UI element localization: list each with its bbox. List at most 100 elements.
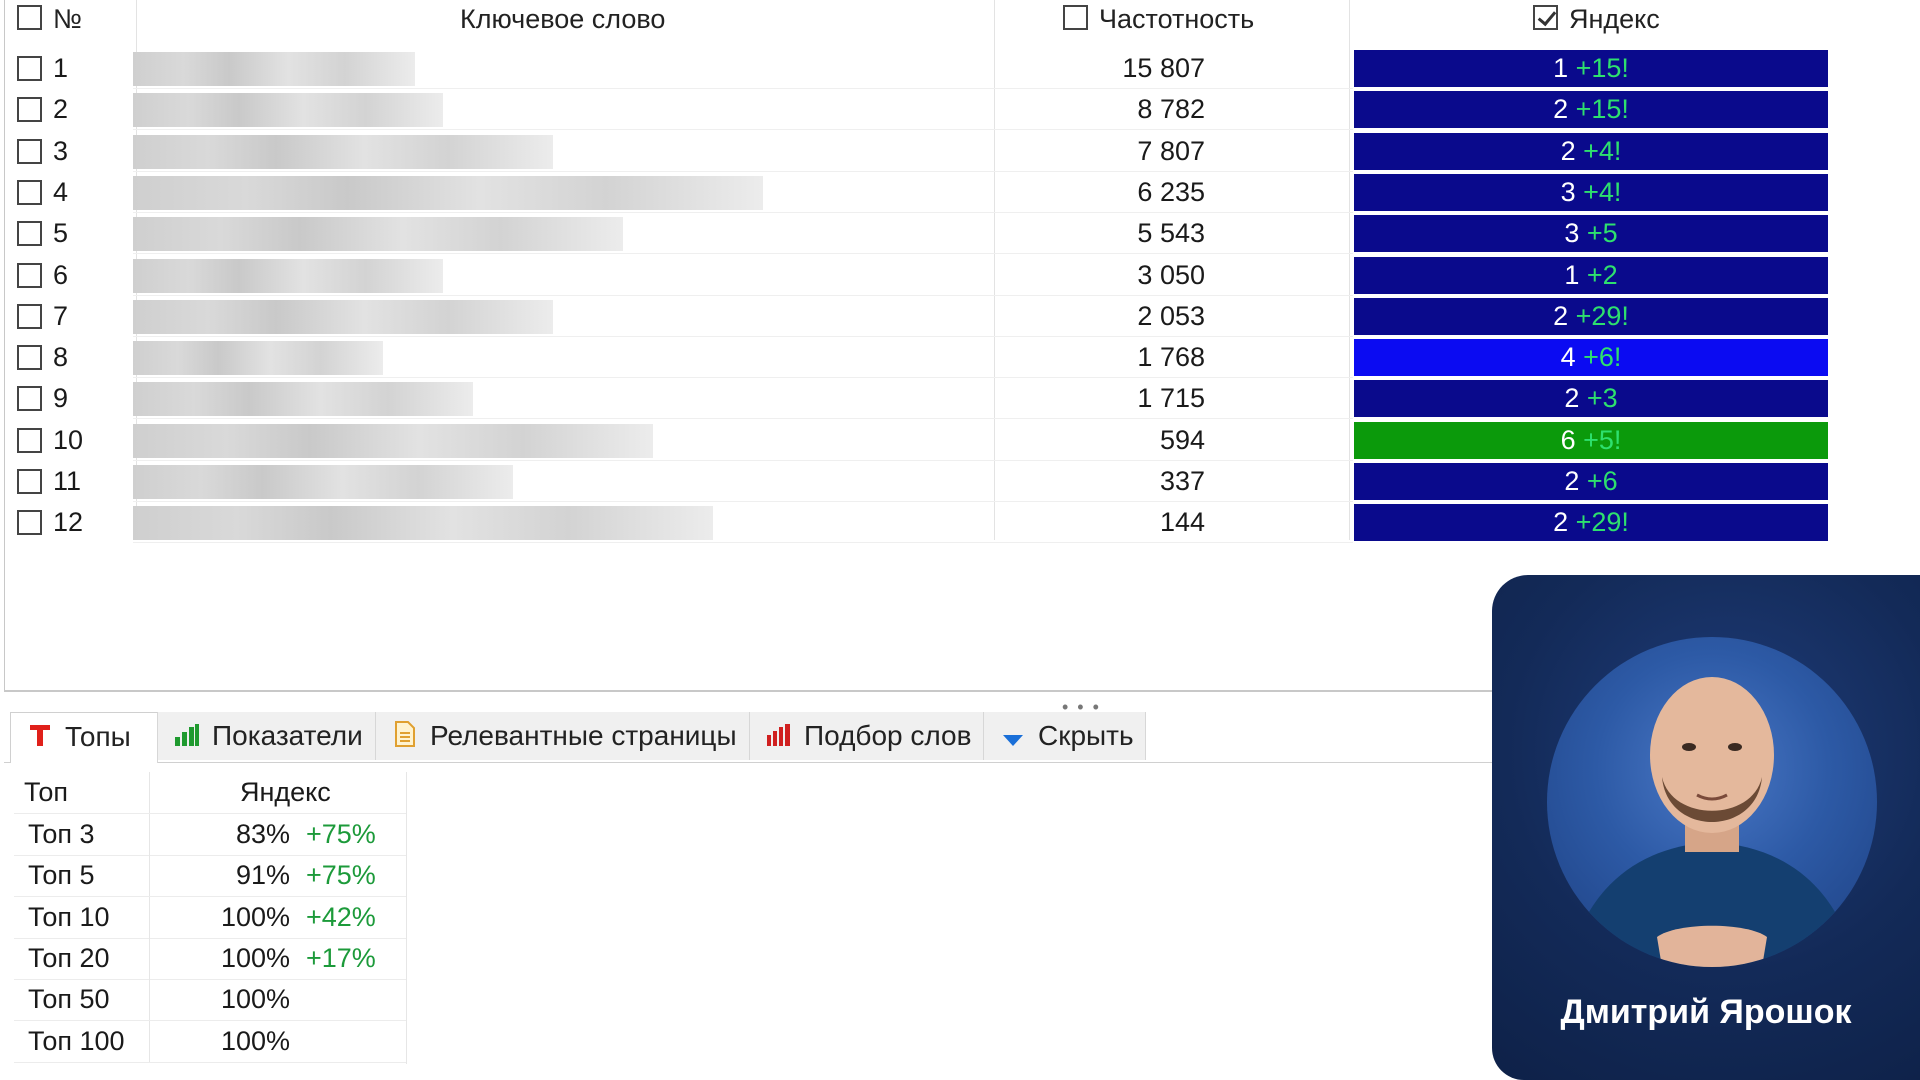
column-divider [149,1020,150,1062]
table-row[interactable]: 9 1 715 2 +3 [5,378,1920,420]
bar-chart-green-icon [172,714,202,762]
top-percent: 91% [235,860,290,891]
keyword-blurred [133,299,553,334]
row-checkbox[interactable] [17,262,42,288]
table-row[interactable]: 3 7 807 2 +4! [5,131,1920,172]
table-row[interactable]: 8 1 768 4 +6! [5,337,1920,379]
row-checkbox[interactable] [17,138,42,164]
frequency-value: 8 782 [1137,94,1205,125]
row-checkbox[interactable] [17,427,42,453]
top-label: Топ 100 [28,1025,125,1056]
position-change: +5 [1586,218,1618,249]
table-row[interactable]: 6 3 050 1 +2 [5,255,1920,296]
table-row[interactable]: 1 15 807 1 +15! [5,48,1920,89]
tab-hide[interactable]: Скрыть [984,712,1146,760]
keyword-blurred [133,52,415,86]
row-checkbox[interactable] [17,469,42,494]
row-number: 12 [53,507,84,538]
frequency-value: 6 235 [1137,176,1205,207]
row-number: 2 [53,94,69,125]
position-value: 2 [1560,135,1576,166]
tab-tops[interactable]: Топы [10,712,158,763]
frequency-value: 3 050 [1137,259,1205,290]
keyword-blurred [133,341,383,376]
tops-row: Топ 20 100% +17% [14,937,406,980]
row-number: 5 [53,218,69,249]
tab-label: Скрыть [1038,720,1134,751]
top-label: Топ 5 [28,860,95,891]
row-checkbox[interactable] [17,386,42,412]
row-number: 8 [53,342,69,373]
row-number: 7 [53,300,69,331]
tops-row: Топ 10 100% +42% [14,896,406,939]
position-change: +6 [1586,466,1618,496]
frequency-value: 7 807 [1137,135,1205,166]
row-checkbox[interactable] [17,303,42,329]
row-number: 4 [53,176,69,207]
yandex-position-cell: 2 +4! [1354,132,1828,170]
tab-relevant-pages[interactable]: Релевантные страницы [376,712,750,760]
top-label: Топ 3 [28,819,95,849]
column-divider [406,772,407,1064]
frequency-value: 337 [1159,466,1205,496]
table-row[interactable]: 4 6 235 3 +4! [5,172,1920,213]
top-change: +42% [306,901,376,932]
table-row[interactable]: 10 594 6 +5! [5,420,1920,461]
header-yandex: Яндекс [240,777,331,807]
position-value: 3 [1564,218,1580,249]
position-value: 2 [1564,383,1580,414]
header-frequency[interactable]: Частотность [1099,0,1254,41]
row-checkbox[interactable] [17,510,42,536]
yandex-position-cell: 3 +5 [1354,215,1828,253]
position-value: 1 [1553,53,1569,83]
keyword-blurred [133,258,443,293]
row-checkbox[interactable] [17,179,42,205]
position-value: 2 [1553,300,1569,331]
chevron-down-icon [998,714,1028,762]
select-all-checkbox[interactable] [17,5,42,30]
frequency-checkbox[interactable] [1063,5,1088,30]
keyword-blurred [133,175,763,210]
top-percent: 100% [220,1025,290,1056]
top-label: Топ 10 [28,901,110,932]
top-percent: 100% [220,942,290,973]
keyword-blurred [133,134,553,169]
position-change: +6! [1583,342,1622,373]
keyword-blurred [133,93,443,128]
red-t-icon [25,715,55,763]
yandex-position-cell: 2 +3 [1354,380,1828,418]
position-value: 2 [1553,94,1569,125]
row-number: 3 [53,135,69,166]
author-photo [1547,637,1877,967]
header-keyword[interactable]: Ключевое слово [460,0,665,41]
table-row[interactable]: 7 2 053 2 +29! [5,296,1920,337]
yandex-position-cell: 2 +29! [1354,504,1828,542]
keyword-blurred [133,382,473,417]
row-checkbox[interactable] [17,221,42,247]
top-label: Топ 50 [28,984,110,1015]
tab-indicators[interactable]: Показатели [158,712,376,760]
yandex-position-cell: 6 +5! [1354,421,1828,459]
row-checkbox[interactable] [17,56,42,81]
tab-label: Подбор слов [804,720,972,751]
column-divider [149,772,150,813]
keyword-blurred [133,217,623,252]
table-row[interactable]: 11 337 2 +6 [5,461,1920,502]
frequency-value: 594 [1159,424,1205,455]
row-checkbox[interactable] [17,97,42,123]
grid-header: № Ключевое слово Частотность Яндекс [5,0,1920,41]
row-checkbox[interactable] [17,345,42,371]
yandex-checkbox[interactable] [1533,5,1558,30]
tab-label: Топы [65,721,131,752]
position-change: +4! [1583,135,1622,166]
table-row[interactable]: 2 8 782 2 +15! [5,89,1920,131]
keyword-blurred [133,506,713,541]
header-num[interactable]: № [53,0,82,41]
table-row[interactable]: 5 5 543 3 +5 [5,213,1920,255]
table-row[interactable]: 12 144 2 +29! [5,502,1920,544]
position-change: +29! [1575,507,1629,538]
frequency-value: 5 543 [1137,218,1205,249]
frequency-value: 1 768 [1137,342,1205,373]
tab-word-selection[interactable]: Подбор слов [750,712,984,760]
header-yandex[interactable]: Яндекс [1569,0,1660,41]
